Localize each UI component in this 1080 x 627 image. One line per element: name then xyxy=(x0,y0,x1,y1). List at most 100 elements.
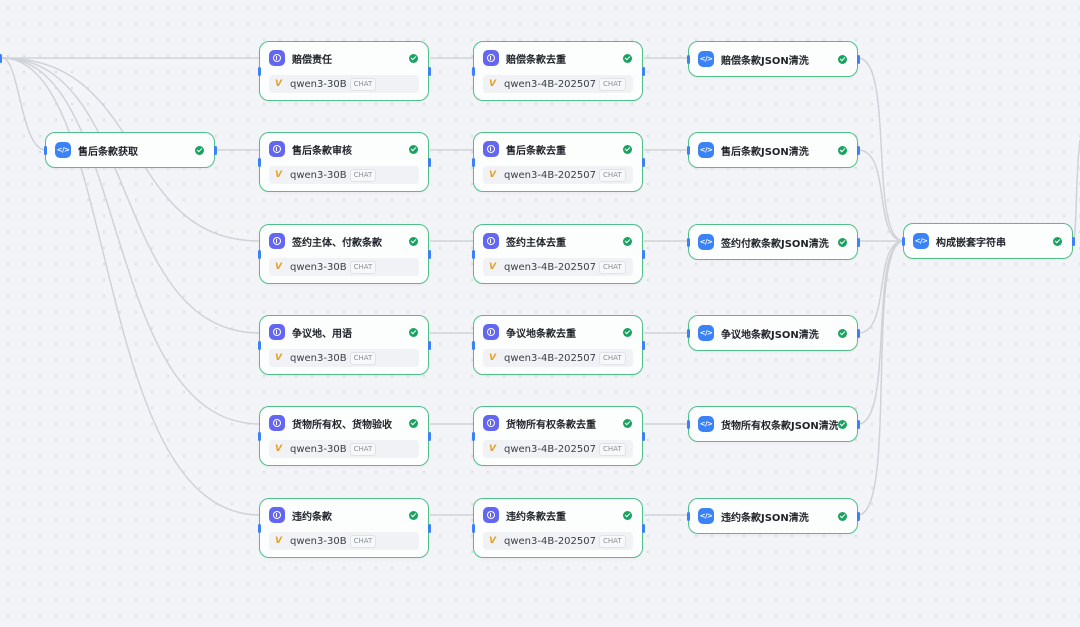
model-provider-icon: V xyxy=(275,443,282,454)
model-selector[interactable]: Vqwen3-30B CHAT xyxy=(269,166,419,184)
model-type-badge: CHAT xyxy=(349,534,377,548)
output-port[interactable] xyxy=(856,328,860,338)
success-check-icon xyxy=(623,236,632,246)
output-port[interactable] xyxy=(641,431,645,441)
output-port[interactable] xyxy=(427,249,431,259)
clean-node[interactable]: </> 违约条款JSON清洗 xyxy=(686,498,860,534)
edge-source-extract-6 xyxy=(1,57,261,516)
output-port[interactable] xyxy=(427,66,431,76)
model-selector[interactable]: Vqwen3-4B-202507 CHAT xyxy=(483,258,633,276)
output-port[interactable] xyxy=(641,249,645,259)
input-port[interactable] xyxy=(686,328,690,338)
output-port[interactable] xyxy=(427,431,431,441)
model-selector[interactable]: Vqwen3-30B CHAT xyxy=(269,258,419,276)
dedupe-node[interactable]: 签约主体去重 Vqwen3-4B-202507 CHAT xyxy=(471,224,645,284)
dedupe-node[interactable]: 争议地条款去重 Vqwen3-4B-202507 CHAT xyxy=(471,315,645,375)
success-check-icon xyxy=(838,328,847,338)
model-selector[interactable]: Vqwen3-30B CHAT xyxy=(269,349,419,367)
model-name: qwen3-4B-202507 xyxy=(504,78,596,90)
model-selector[interactable]: Vqwen3-30B CHAT xyxy=(269,532,419,550)
input-port[interactable] xyxy=(686,237,690,247)
clean-node[interactable]: </> 赔偿条款JSON清洗 xyxy=(686,41,860,77)
model-name: qwen3-4B-202507 xyxy=(504,535,596,547)
model-selector[interactable]: Vqwen3-30B CHAT xyxy=(269,75,419,93)
llm-icon xyxy=(483,415,499,431)
input-port[interactable] xyxy=(901,236,905,246)
node-title: 赔偿条款去重 xyxy=(506,54,566,66)
output-port[interactable] xyxy=(641,340,645,350)
code-icon: </> xyxy=(698,416,714,432)
output-port[interactable] xyxy=(856,237,860,247)
model-name: qwen3-30B xyxy=(290,261,347,273)
clean-node[interactable]: </> 争议地条款JSON清洗 xyxy=(686,315,860,351)
model-provider-icon: V xyxy=(275,169,282,180)
output-port[interactable] xyxy=(427,523,431,533)
success-check-icon xyxy=(838,419,847,429)
input-port[interactable] xyxy=(257,66,261,76)
output-port[interactable] xyxy=(856,145,860,155)
model-provider-icon: V xyxy=(489,169,496,180)
input-port[interactable] xyxy=(257,249,261,259)
input-port[interactable] xyxy=(257,157,261,167)
model-selector[interactable]: Vqwen3-4B-202507 CHAT xyxy=(483,166,633,184)
model-type-badge: CHAT xyxy=(599,77,626,91)
clean-node[interactable]: </> 货物所有权条款JSON清洗 xyxy=(686,406,860,442)
output-port[interactable] xyxy=(1071,236,1075,246)
dedupe-node[interactable]: 货物所有权条款去重 Vqwen3-4B-202507 CHAT xyxy=(471,406,645,466)
output-port[interactable] xyxy=(856,419,860,429)
model-selector[interactable]: Vqwen3-4B-202507 CHAT xyxy=(483,532,633,550)
model-provider-icon: V xyxy=(489,78,496,89)
extract-node[interactable]: 售后条款审核 Vqwen3-30B CHAT xyxy=(257,132,431,192)
extract-node[interactable]: 货物所有权、货物验收 Vqwen3-30B CHAT xyxy=(257,406,431,466)
input-port[interactable] xyxy=(471,523,475,533)
output-port[interactable] xyxy=(641,523,645,533)
output-port[interactable] xyxy=(427,340,431,350)
dedupe-node[interactable]: 违约条款去重 Vqwen3-4B-202507 CHAT xyxy=(471,498,645,558)
input-port[interactable] xyxy=(257,523,261,533)
output-port[interactable] xyxy=(641,66,645,76)
clean-node[interactable]: </> 售后条款JSON清洗 xyxy=(686,132,860,168)
model-selector[interactable]: Vqwen3-30B CHAT xyxy=(269,440,419,458)
input-port[interactable] xyxy=(686,419,690,429)
input-port[interactable] xyxy=(471,431,475,441)
model-selector[interactable]: Vqwen3-4B-202507 CHAT xyxy=(483,349,633,367)
extract-node[interactable]: 违约条款 Vqwen3-30B CHAT xyxy=(257,498,431,558)
success-check-icon xyxy=(623,418,632,428)
model-provider-icon: V xyxy=(275,261,282,272)
llm-icon xyxy=(269,233,285,249)
model-name: qwen3-30B xyxy=(290,78,347,90)
model-name: qwen3-30B xyxy=(290,352,347,364)
input-port[interactable] xyxy=(471,66,475,76)
input-port[interactable] xyxy=(43,145,47,155)
after-sales-node[interactable]: </> 售后条款获取 xyxy=(43,132,217,168)
model-selector[interactable]: Vqwen3-4B-202507 CHAT xyxy=(483,440,633,458)
model-type-badge: CHAT xyxy=(599,534,626,548)
success-check-icon xyxy=(838,511,847,521)
success-check-icon xyxy=(623,144,632,154)
output-port[interactable] xyxy=(427,157,431,167)
model-name: qwen3-4B-202507 xyxy=(504,443,596,455)
input-port[interactable] xyxy=(471,157,475,167)
source-node-port[interactable] xyxy=(0,54,2,63)
input-port[interactable] xyxy=(686,145,690,155)
extract-node[interactable]: 争议地、用语 Vqwen3-30B CHAT xyxy=(257,315,431,375)
llm-icon xyxy=(269,507,285,523)
input-port[interactable] xyxy=(471,340,475,350)
model-selector[interactable]: Vqwen3-4B-202507 CHAT xyxy=(483,75,633,93)
input-port[interactable] xyxy=(257,431,261,441)
output-port[interactable] xyxy=(213,145,217,155)
merge-node[interactable]: </> 构成嵌套字符串 xyxy=(901,223,1075,259)
input-port[interactable] xyxy=(686,54,690,64)
input-port[interactable] xyxy=(686,511,690,521)
dedupe-node[interactable]: 售后条款去重 Vqwen3-4B-202507 CHAT xyxy=(471,132,645,192)
output-port[interactable] xyxy=(856,54,860,64)
dedupe-node[interactable]: 赔偿条款去重 Vqwen3-4B-202507 CHAT xyxy=(471,41,645,101)
input-port[interactable] xyxy=(471,249,475,259)
clean-node[interactable]: </> 签约付款条款JSON清洗 xyxy=(686,224,860,260)
extract-node[interactable]: 赔偿责任 Vqwen3-30B CHAT xyxy=(257,41,431,101)
output-port[interactable] xyxy=(856,511,860,521)
input-port[interactable] xyxy=(257,340,261,350)
extract-node[interactable]: 签约主体、付款条款 Vqwen3-30B CHAT xyxy=(257,224,431,284)
output-port[interactable] xyxy=(641,157,645,167)
node-title: 违约条款去重 xyxy=(506,511,566,523)
